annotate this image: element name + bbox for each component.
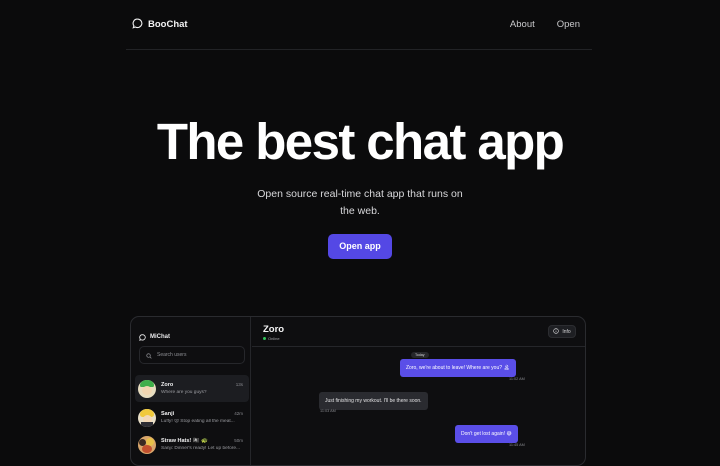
nav-link-about[interactable]: About bbox=[510, 19, 535, 30]
info-label: Info bbox=[562, 328, 571, 335]
message-time: 11:03 AM bbox=[320, 409, 336, 413]
message-incoming: Just finishing my workout. I'll be there… bbox=[319, 392, 428, 410]
chat-bubble-icon bbox=[139, 328, 146, 346]
chat-time: 50m bbox=[234, 438, 243, 443]
avatar bbox=[138, 408, 156, 427]
chat-bubble-icon bbox=[132, 16, 143, 34]
hero-title: The best chat app bbox=[156, 113, 565, 170]
top-nav: BooChat About Open bbox=[126, 0, 592, 50]
message-outgoing: Zoro, we're about to leave! Where are yo… bbox=[400, 359, 516, 377]
chat-last-message: Sanji: Dinner's ready! Let up before... bbox=[161, 446, 241, 451]
status-text: Online bbox=[268, 336, 280, 341]
chat-name: Sanji bbox=[161, 411, 175, 417]
chat-name: Straw Hats! 🏴‍☠️ 🐢 bbox=[161, 438, 209, 444]
chat-time: 42m bbox=[234, 411, 243, 416]
hero-section: The best chat app Open source real-time … bbox=[0, 112, 720, 259]
avatar bbox=[138, 379, 156, 398]
chat-list-item-straw-hats[interactable]: Straw Hats! 🏴‍☠️ 🐢 50m Sanji: Dinner's r… bbox=[135, 431, 249, 458]
online-indicator bbox=[263, 337, 266, 340]
conversation-header: Zoro Online Info bbox=[252, 317, 585, 347]
app-preview: MiChat Search users Zoro 13s Where are y… bbox=[130, 316, 586, 466]
chat-time: 13s bbox=[235, 382, 243, 387]
message-time: 11:45 AM bbox=[509, 443, 525, 447]
brand-name: BooChat bbox=[148, 19, 188, 30]
conversation-panel: Zoro Online Info Today Zoro, we're about… bbox=[252, 317, 585, 465]
chat-last-message: Luffy! 😡 Stop eating all the meat... bbox=[161, 419, 235, 424]
sidebar-header: MiChat bbox=[139, 328, 170, 346]
info-icon bbox=[553, 327, 560, 336]
info-button[interactable]: Info bbox=[548, 325, 576, 338]
open-app-button[interactable]: Open app bbox=[328, 234, 392, 259]
sidebar-title: MiChat bbox=[150, 334, 170, 340]
avatar bbox=[138, 435, 156, 454]
chat-list-item-zoro[interactable]: Zoro 13s Where are you guys? bbox=[135, 375, 249, 402]
chat-list-item-sanji[interactable]: Sanji 42m Luffy! 😡 Stop eating all the m… bbox=[135, 404, 249, 431]
message-outgoing: Don't get lost again! 😅 bbox=[455, 425, 518, 443]
search-icon bbox=[146, 346, 152, 364]
nav-links: About Open bbox=[510, 19, 592, 30]
contact-name: Zoro bbox=[263, 324, 285, 335]
chat-name: Zoro bbox=[161, 382, 174, 388]
hero-subtitle: Open source real-time chat app that runs… bbox=[257, 188, 463, 217]
nav-link-open[interactable]: Open bbox=[557, 19, 580, 30]
chat-last-message: Where are you guys? bbox=[161, 390, 207, 395]
message-time: 11:02 AM bbox=[509, 377, 525, 381]
brand[interactable]: BooChat bbox=[126, 16, 188, 34]
search-users-input[interactable]: Search users bbox=[139, 346, 245, 364]
search-placeholder: Search users bbox=[157, 352, 187, 358]
preview-sidebar: MiChat Search users Zoro 13s Where are y… bbox=[131, 317, 251, 465]
date-divider: Today bbox=[411, 352, 429, 358]
presence-status: Online bbox=[263, 336, 280, 341]
